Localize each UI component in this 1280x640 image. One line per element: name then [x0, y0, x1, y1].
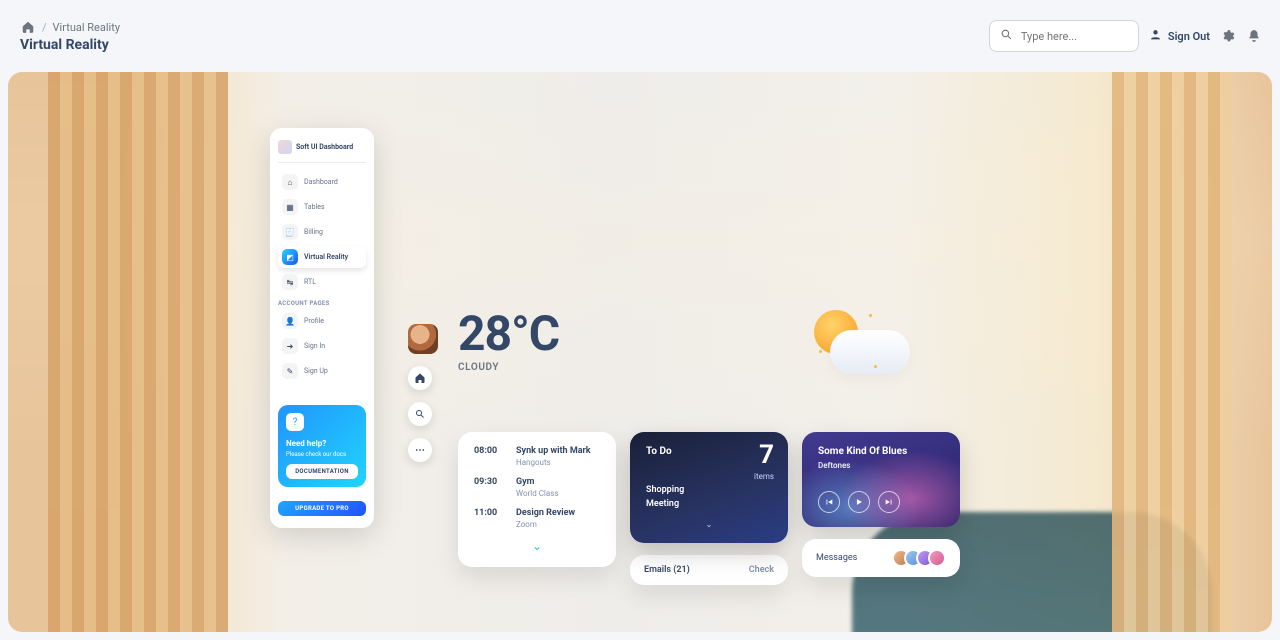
- brand[interactable]: Soft UI Dashboard: [278, 140, 366, 163]
- top-actions: Sign Out: [989, 20, 1262, 52]
- schedule-time: 08:00: [474, 446, 506, 467]
- nav-item-profile[interactable]: 👤 Profile: [278, 310, 366, 332]
- floating-sidebar: Soft UI Dashboard ⌂ Dashboard ▦ Tables 🧾 Bi…: [270, 128, 374, 528]
- nav-label: Tables: [304, 203, 325, 211]
- bell-icon[interactable]: [1246, 28, 1262, 44]
- track-title: Some Kind Of Blues: [818, 446, 944, 457]
- todo-card[interactable]: To Do 7 items Shopping Meeting ⌄: [630, 432, 788, 543]
- avatar-icon: [928, 549, 946, 567]
- breadcrumb-separator: /: [42, 21, 47, 34]
- breadcrumb: / Virtual Reality Virtual Reality: [20, 19, 120, 53]
- help-subtitle: Please check our docs: [286, 451, 358, 458]
- avatar-group: [898, 549, 946, 567]
- search-box[interactable]: [989, 20, 1139, 52]
- more-quick-button[interactable]: ⋯: [408, 438, 432, 462]
- prev-track-button[interactable]: [818, 491, 840, 513]
- nav-label: Dashboard: [304, 178, 338, 186]
- breadcrumb-current: Virtual Reality: [53, 21, 120, 34]
- messages-label: Messages: [816, 553, 857, 563]
- tables-icon: ▦: [282, 199, 298, 215]
- billing-icon: 🧾: [282, 224, 298, 240]
- weather-icon: [814, 310, 858, 354]
- home-icon[interactable]: [20, 19, 36, 35]
- upgrade-button[interactable]: Upgrade to Pro: [278, 501, 366, 516]
- emails-label: Emails (21): [644, 565, 690, 575]
- brand-logo-icon: [278, 140, 292, 154]
- todo-heading: To Do: [646, 446, 772, 457]
- help-icon: ?: [286, 413, 304, 431]
- nav-item-virtual-reality[interactable]: ◩ Virtual Reality: [278, 246, 366, 268]
- schedule-title: Design Review: [516, 508, 575, 518]
- vr-stage: Soft UI Dashboard ⌂ Dashboard ▦ Tables 🧾 Bi…: [8, 72, 1272, 632]
- schedule-title: Synk up with Mark: [516, 446, 591, 456]
- brand-label: Soft UI Dashboard: [296, 143, 353, 151]
- nav-label: Sign In: [304, 342, 325, 350]
- nav-label: Billing: [304, 228, 323, 236]
- user-icon: [1149, 28, 1162, 44]
- nav-item-dashboard[interactable]: ⌂ Dashboard: [278, 171, 366, 193]
- topbar: / Virtual Reality Virtual Reality Sign O…: [0, 0, 1280, 72]
- nav-label: Profile: [304, 317, 324, 325]
- nav-item-signin[interactable]: ➜ Sign In: [278, 335, 366, 357]
- schedule-row[interactable]: 08:00 Synk up with Mark Hangouts: [474, 446, 600, 467]
- weather-hero: 28°C CLOUDY: [458, 310, 559, 373]
- schedule-subtitle: World Class: [516, 489, 558, 498]
- documentation-button[interactable]: Documentation: [286, 464, 358, 479]
- search-input[interactable]: [1021, 30, 1161, 43]
- nav-item-tables[interactable]: ▦ Tables: [278, 196, 366, 218]
- nav-label: RTL: [304, 278, 316, 286]
- track-artist: Deftones: [818, 461, 850, 470]
- nav-label: Virtual Reality: [304, 253, 348, 261]
- nav-item-rtl[interactable]: ↹ RTL: [278, 271, 366, 293]
- play-button[interactable]: [848, 491, 870, 513]
- cards-area: 08:00 Synk up with Mark Hangouts 09:30 Gy…: [458, 432, 960, 585]
- emails-action[interactable]: Check: [749, 565, 774, 575]
- messages-card[interactable]: Messages: [802, 539, 960, 577]
- schedule-card: 08:00 Synk up with Mark Hangouts 09:30 Gy…: [458, 432, 616, 567]
- help-title: Need help?: [286, 439, 326, 448]
- profile-icon: 👤: [282, 313, 298, 329]
- search-icon: [1000, 28, 1013, 44]
- schedule-subtitle: Zoom: [516, 520, 575, 529]
- weather-condition: CLOUDY: [458, 362, 559, 373]
- page-title: Virtual Reality: [20, 37, 120, 53]
- nav-section-header: Account Pages: [278, 300, 366, 307]
- emails-card[interactable]: Emails (21) Check: [630, 555, 788, 585]
- dashboard-icon: ⌂: [282, 174, 298, 190]
- chevron-down-icon[interactable]: ⌄: [646, 520, 772, 529]
- todo-list: Shopping Meeting: [646, 483, 772, 512]
- search-quick-button[interactable]: [408, 402, 432, 426]
- vr-icon: ◩: [282, 249, 298, 265]
- schedule-time: 09:30: [474, 477, 506, 498]
- nav-item-signup[interactable]: ✎ Sign Up: [278, 360, 366, 382]
- avatar[interactable]: [408, 324, 438, 354]
- music-player-card: Some Kind Of Blues Deftones: [802, 432, 960, 527]
- todo-count: 7: [759, 440, 774, 470]
- help-card: ? Need help? Please check our docs Docum…: [278, 405, 366, 487]
- schedule-row[interactable]: 11:00 Design Review Zoom: [474, 508, 600, 529]
- todo-item: Shopping: [646, 483, 772, 497]
- signin-icon: ➜: [282, 338, 298, 354]
- todo-count-label: items: [754, 472, 774, 481]
- signout-label: Sign Out: [1168, 30, 1210, 43]
- temperature-value: 28°C: [458, 310, 559, 358]
- schedule-subtitle: Hangouts: [516, 458, 591, 467]
- nav-item-billing[interactable]: 🧾 Billing: [278, 221, 366, 243]
- schedule-time: 11:00: [474, 508, 506, 529]
- next-track-button[interactable]: [878, 491, 900, 513]
- gear-icon[interactable]: [1220, 28, 1236, 44]
- nav-list: ⌂ Dashboard ▦ Tables 🧾 Billing ◩ Virtual Rea…: [278, 171, 366, 382]
- todo-item: Meeting: [646, 497, 772, 511]
- signup-icon: ✎: [282, 363, 298, 379]
- chevron-down-icon[interactable]: ⌄: [474, 539, 600, 553]
- home-quick-button[interactable]: [408, 366, 432, 390]
- schedule-title: Gym: [516, 477, 558, 487]
- rtl-icon: ↹: [282, 274, 298, 290]
- nav-label: Sign Up: [304, 367, 328, 375]
- signout-link[interactable]: Sign Out: [1149, 28, 1210, 44]
- schedule-row[interactable]: 09:30 Gym World Class: [474, 477, 600, 498]
- quick-column: ⋯: [408, 324, 438, 462]
